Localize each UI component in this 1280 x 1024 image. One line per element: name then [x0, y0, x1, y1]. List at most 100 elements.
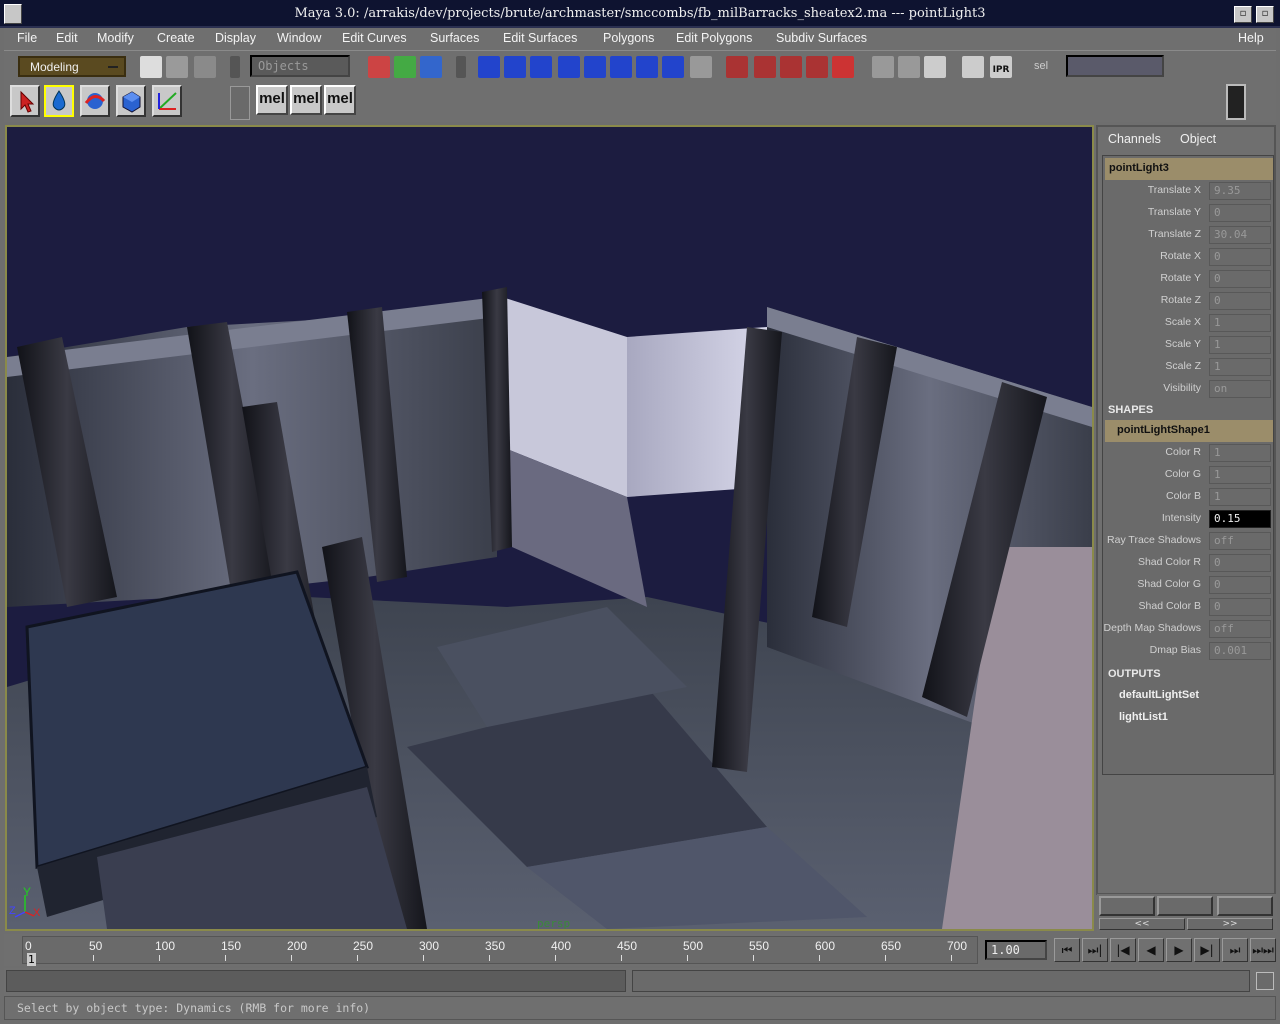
tab-channels[interactable]: Channels [1108, 132, 1161, 146]
channel-value[interactable]: off [1209, 532, 1271, 550]
channel-row[interactable]: Dmap Bias 0.001 [1103, 640, 1273, 662]
time-slider[interactable]: 0 50 100 150 200 250 300 350 400 450 500… [4, 934, 980, 966]
step-back-frame-button[interactable]: |◀ [1110, 938, 1136, 962]
quick-select-input[interactable] [1066, 55, 1164, 77]
snap-point-icon[interactable] [780, 56, 802, 78]
mask-handles-icon[interactable] [478, 56, 500, 78]
menu-display[interactable]: Display [215, 31, 256, 45]
lasso-tool-icon[interactable] [44, 85, 74, 117]
channel-value[interactable]: 30.04 [1209, 226, 1271, 244]
channel-row[interactable]: Shad Color B 0 [1103, 596, 1273, 618]
channel-row[interactable]: Depth Map Shadows off [1103, 618, 1273, 640]
channel-row[interactable]: Translate Z 30.04 [1103, 224, 1273, 246]
make-live-icon[interactable] [832, 56, 854, 78]
channel-row[interactable]: Scale Y 1 [1103, 334, 1273, 356]
channel-row[interactable]: Visibility on [1103, 378, 1273, 400]
maximize-button[interactable]: ▫ [1256, 6, 1274, 23]
play-forward-button[interactable]: ▶ [1166, 938, 1192, 962]
menu-edit-curves[interactable]: Edit Curves [342, 31, 407, 45]
transform-node-name[interactable]: pointLight3 [1105, 158, 1273, 180]
channel-value[interactable]: on [1209, 380, 1271, 398]
channel-row[interactable]: Color G 1 [1103, 464, 1273, 486]
current-time-field[interactable]: 1.00 [985, 940, 1047, 960]
channel-value[interactable]: 1 [1209, 336, 1271, 354]
output-node[interactable]: defaultLightSet [1119, 689, 1199, 701]
script-editor-icon[interactable] [1256, 972, 1274, 990]
menu-edit[interactable]: Edit [56, 31, 78, 45]
rotate-tool-icon[interactable] [116, 85, 146, 117]
channel-value[interactable]: 1 [1209, 444, 1271, 462]
channel-row[interactable]: Scale X 1 [1103, 312, 1273, 334]
channel-row[interactable]: Shad Color R 0 [1103, 552, 1273, 574]
mel-script-button-2[interactable]: mel [290, 85, 322, 115]
shelf-scroll-icon[interactable] [1226, 84, 1246, 120]
menu-file[interactable]: File [17, 31, 37, 45]
channel-value[interactable]: 9.35 [1209, 182, 1271, 200]
menu-modify[interactable]: Modify [97, 31, 134, 45]
channel-row[interactable]: Scale Z 1 [1103, 356, 1273, 378]
menu-polygons[interactable]: Polygons [603, 31, 654, 45]
select-hierarchy-icon[interactable] [368, 56, 390, 78]
mel-script-button-3[interactable]: mel [324, 85, 356, 115]
go-to-end-button[interactable]: ⏭⏭ [1250, 938, 1276, 962]
snap-view-plane-icon[interactable] [806, 56, 828, 78]
channel-value[interactable]: 0.001 [1209, 642, 1271, 660]
menu-subdiv-surfaces[interactable]: Subdiv Surfaces [776, 31, 867, 45]
menu-set-selector[interactable]: Modeling [18, 56, 126, 77]
snap-curve-icon[interactable] [754, 56, 776, 78]
step-back-key-button[interactable]: ⏭| [1082, 938, 1108, 962]
layer-axis-icon[interactable] [1099, 896, 1155, 916]
channel-row[interactable]: Rotate Z 0 [1103, 290, 1273, 312]
mask-misc-icon[interactable] [662, 56, 684, 78]
layer-next-button[interactable]: >> [1187, 918, 1273, 930]
menu-create[interactable]: Create [157, 31, 195, 45]
perspective-viewport[interactable]: Y Z X persp [5, 125, 1094, 931]
channel-value[interactable]: 1 [1209, 314, 1271, 332]
channel-value[interactable]: 0 [1209, 204, 1271, 222]
input-connections-icon[interactable] [872, 56, 894, 78]
collapse-handle-icon[interactable] [230, 56, 240, 78]
construction-history-icon[interactable] [924, 56, 946, 78]
mask-deformations-icon[interactable] [584, 56, 606, 78]
menu-help[interactable]: Help [1238, 31, 1264, 45]
channel-row[interactable]: Intensity 0.15 [1103, 508, 1273, 530]
channel-value[interactable]: 0 [1209, 248, 1271, 266]
channel-row[interactable]: Rotate Y 0 [1103, 268, 1273, 290]
channel-value[interactable]: 0 [1209, 554, 1271, 572]
range-slider-right[interactable] [632, 970, 1250, 992]
channel-row[interactable]: Color B 1 [1103, 486, 1273, 508]
menu-surfaces[interactable]: Surfaces [430, 31, 479, 45]
channel-value[interactable]: off [1209, 620, 1271, 638]
menu-window[interactable]: Window [277, 31, 321, 45]
range-slider[interactable] [4, 968, 1276, 996]
channel-row[interactable]: Translate X 9.35 [1103, 180, 1273, 202]
intensity-value-field[interactable]: 0.15 [1209, 510, 1271, 528]
output-node[interactable]: lightList1 [1119, 711, 1168, 723]
current-frame-marker[interactable]: 1 [27, 953, 36, 966]
minimize-button[interactable]: ▫ [1234, 6, 1252, 23]
channel-row[interactable]: Translate Y 0 [1103, 202, 1273, 224]
shape-node-name[interactable]: pointLightShape1 [1105, 420, 1273, 442]
menu-edit-polygons[interactable]: Edit Polygons [676, 31, 752, 45]
step-forward-frame-button[interactable]: ▶| [1194, 938, 1220, 962]
channel-value[interactable]: 0 [1209, 598, 1271, 616]
layer-display-icon[interactable] [1157, 896, 1213, 916]
snap-grid-icon[interactable] [726, 56, 748, 78]
shelf-tab-menu[interactable] [230, 86, 250, 120]
output-connections-icon[interactable] [898, 56, 920, 78]
channel-row[interactable]: Ray Trace Shadows off [1103, 530, 1273, 552]
range-slider-left[interactable] [6, 970, 626, 992]
channel-value[interactable]: 1 [1209, 466, 1271, 484]
render-view-icon[interactable] [962, 56, 984, 78]
scale-tool-icon[interactable] [152, 85, 182, 117]
mask-joints-icon[interactable] [504, 56, 526, 78]
layer-prev-button[interactable]: << [1099, 918, 1185, 930]
mask-dynamics-icon[interactable] [610, 56, 632, 78]
move-tool-icon[interactable] [80, 85, 110, 117]
collapse-handle-icon[interactable] [456, 56, 466, 78]
channel-value[interactable]: 0 [1209, 292, 1271, 310]
selection-mode-field[interactable]: Objects [250, 55, 350, 77]
layer-pick-icon[interactable] [1217, 896, 1273, 916]
channel-value[interactable]: 0 [1209, 270, 1271, 288]
channel-row[interactable]: Rotate X 0 [1103, 246, 1273, 268]
